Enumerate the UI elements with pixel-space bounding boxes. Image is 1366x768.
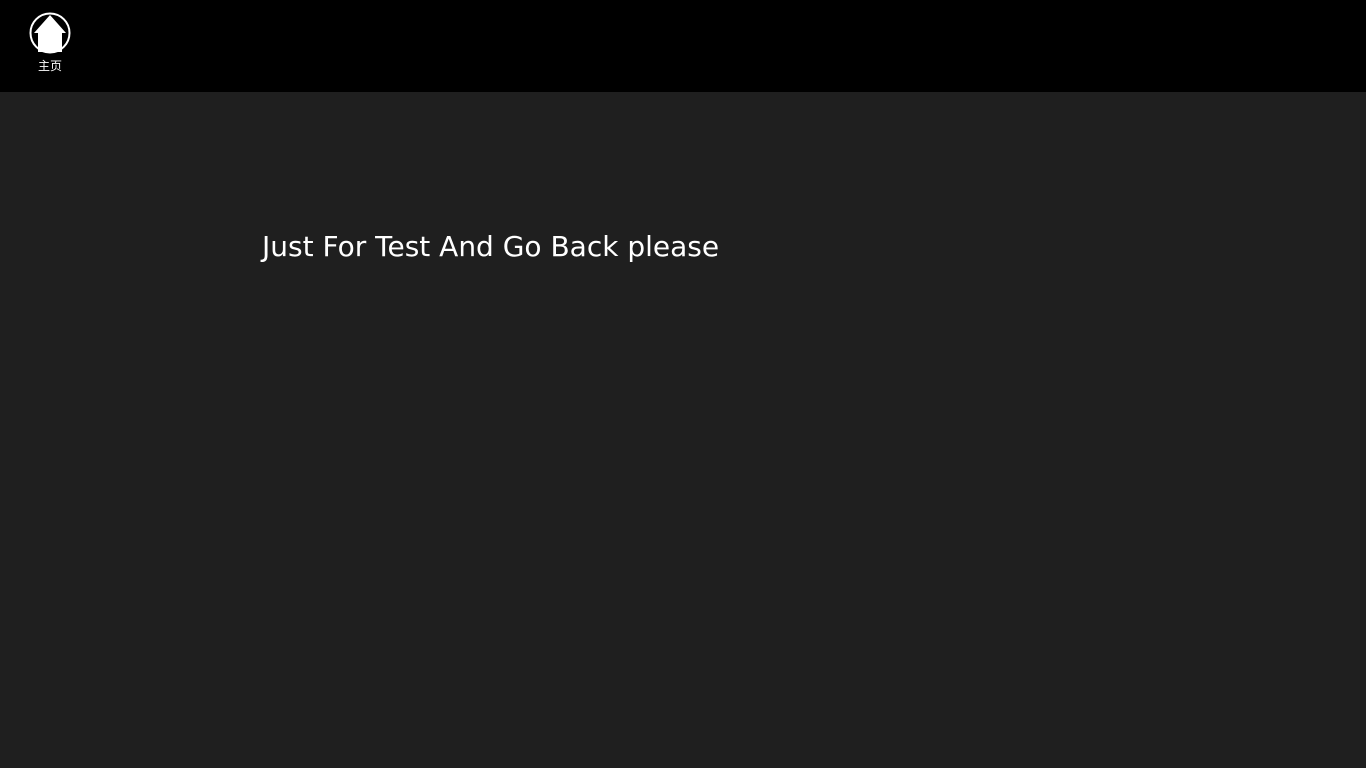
page-message: Just For Test And Go Back please: [262, 230, 720, 263]
home-label: 主页: [37, 59, 62, 73]
home-icon: [29, 12, 71, 54]
top-app-bar: 主页: [0, 0, 1366, 92]
home-button[interactable]: 主页: [24, 12, 76, 82]
page-content: Just For Test And Go Back please: [0, 92, 1366, 768]
